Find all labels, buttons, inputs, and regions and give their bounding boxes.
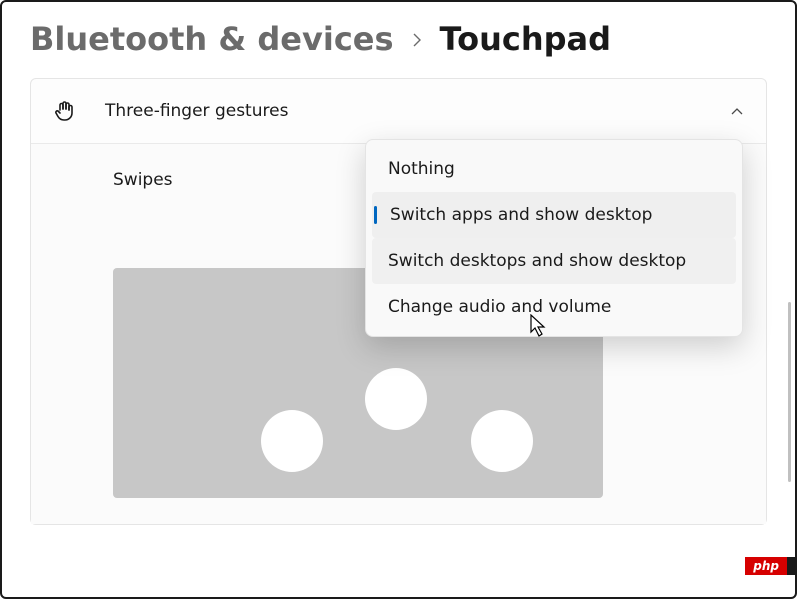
chevron-right-icon [410, 25, 424, 53]
dropdown-option-switch-desktops[interactable]: Switch desktops and show desktop [372, 238, 736, 284]
finger-dot [261, 410, 323, 472]
dropdown-option-switch-apps[interactable]: Switch apps and show desktop [372, 192, 736, 238]
dropdown-option-audio-volume[interactable]: Change audio and volume [372, 284, 736, 330]
scrollbar[interactable] [788, 302, 791, 482]
swipes-dropdown[interactable]: Nothing Switch apps and show desktop Swi… [365, 139, 743, 337]
gestures-panel: Three-finger gestures Swipes Nothing Swi… [30, 78, 767, 525]
watermark: php [745, 557, 787, 575]
breadcrumb: Bluetooth & devices Touchpad [30, 20, 767, 58]
page-title: Touchpad [440, 20, 612, 58]
dropdown-option-nothing[interactable]: Nothing [372, 146, 736, 192]
three-finger-gestures-header[interactable]: Three-finger gestures [31, 79, 766, 144]
breadcrumb-parent[interactable]: Bluetooth & devices [30, 20, 394, 58]
finger-dot [471, 410, 533, 472]
chevron-up-icon [730, 104, 744, 118]
section-title: Three-finger gestures [105, 101, 730, 121]
hand-icon [53, 99, 77, 123]
finger-dot [365, 368, 427, 430]
